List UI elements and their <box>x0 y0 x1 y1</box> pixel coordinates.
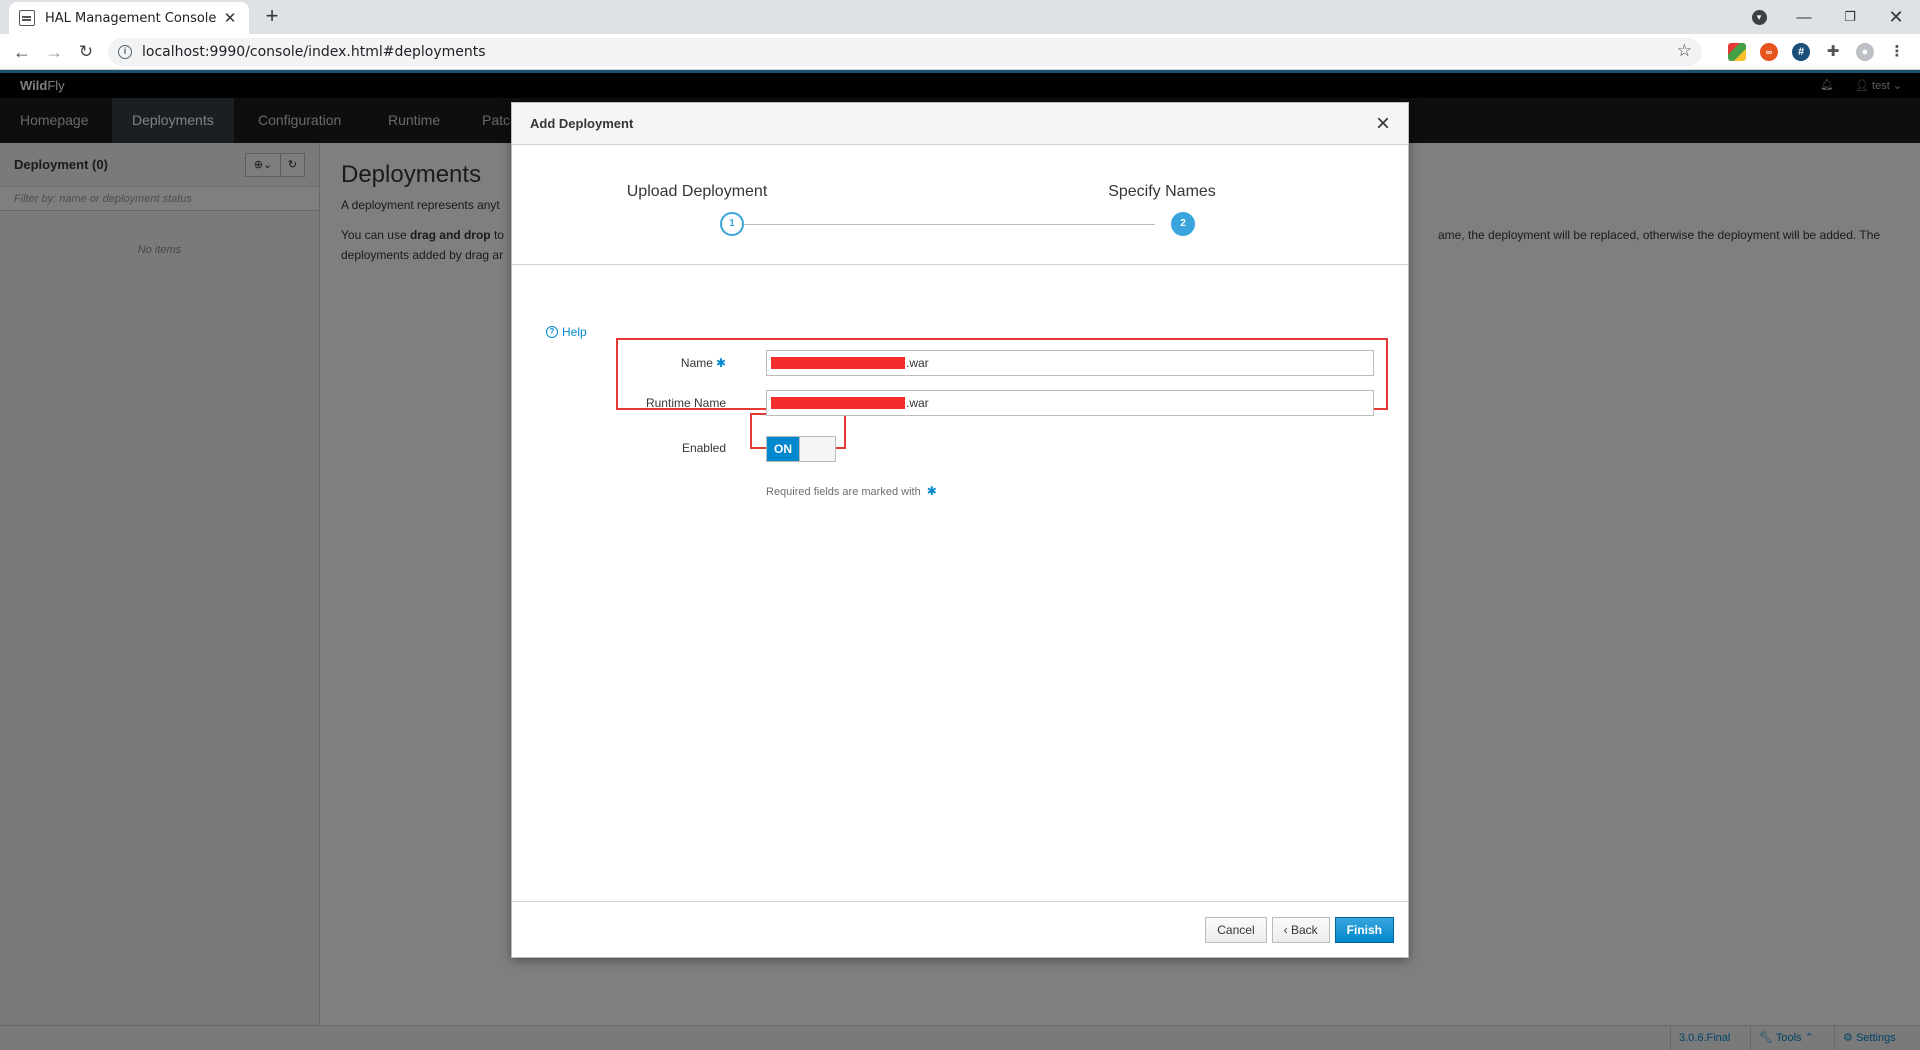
chevron-left-icon: ‹ <box>1283 922 1291 937</box>
window-close-icon[interactable]: ✕ <box>1884 4 1908 30</box>
forward-arrow-icon[interactable]: → <box>42 40 66 64</box>
step-upload-label: Upload Deployment <box>626 183 768 200</box>
add-deployment-dialog: Add Deployment × Upload Deployment Speci… <box>511 102 1409 958</box>
new-tab-icon[interactable]: + <box>260 5 284 29</box>
extension-hash-icon[interactable]: # <box>1792 43 1810 61</box>
help-label: Help <box>562 325 587 339</box>
profile-avatar-icon[interactable]: ● <box>1856 43 1874 61</box>
back-arrow-icon[interactable]: ← <box>10 40 34 64</box>
wizard-steps: Upload Deployment Specify Names 1 2 <box>512 145 1408 265</box>
toggle-on-label: ON <box>767 437 799 461</box>
name-label: Name ✱ <box>596 356 726 370</box>
enabled-toggle[interactable]: ON <box>766 436 836 462</box>
required-note-text: Required fields are marked with <box>766 486 921 498</box>
bookmark-star-icon[interactable]: ☆ <box>1677 41 1692 61</box>
restore-icon[interactable]: ❐ <box>1838 4 1862 30</box>
site-info-icon[interactable]: i <box>118 45 132 59</box>
step-connector <box>720 224 1155 225</box>
console-favicon-icon <box>19 10 35 26</box>
required-star-icon: ✱ <box>926 484 937 498</box>
extension-infinity-icon[interactable]: ∞ <box>1760 43 1778 61</box>
toggle-knob <box>799 437 835 461</box>
step-1-circle[interactable]: 1 <box>720 212 744 236</box>
required-star-icon: ✱ <box>715 356 726 370</box>
step-names-label: Specify Names <box>1108 183 1216 200</box>
dialog-title: Add Deployment <box>530 116 634 131</box>
name-input[interactable]: .war <box>766 350 1374 376</box>
extension-colorful-icon[interactable] <box>1728 43 1746 61</box>
dialog-footer: Cancel ‹ Back Finish <box>512 901 1408 957</box>
dialog-body: ? Help Name ✱ .war Runtime Name .war Enabl… <box>512 265 1408 902</box>
runtime-value-suffix: .war <box>906 396 929 410</box>
cancel-button[interactable]: Cancel <box>1205 916 1267 943</box>
address-bar[interactable]: i localhost:9990/console/index.html#depl… <box>108 38 1702 66</box>
back-label: Back <box>1290 922 1318 937</box>
help-question-icon: ? <box>546 326 558 338</box>
redacted-name-block <box>771 357 905 369</box>
tab-close-icon[interactable]: ✕ <box>221 9 239 27</box>
browser-tab[interactable]: HAL Management Console ✕ <box>9 2 249 34</box>
runtime-name-label: Runtime Name <box>645 396 726 410</box>
redacted-runtime-block <box>771 397 905 409</box>
name-value-suffix: .war <box>906 356 929 370</box>
back-button[interactable]: ‹ Back <box>1271 916 1330 943</box>
step-2-circle: 2 <box>1171 212 1195 236</box>
minimize-icon[interactable]: — <box>1792 4 1816 30</box>
finish-button[interactable]: Finish <box>1334 916 1394 943</box>
enabled-label: Enabled <box>681 441 726 455</box>
close-icon[interactable]: × <box>1376 111 1390 135</box>
browser-toolbar: ← → ↻ i localhost:9990/console/index.htm… <box>0 34 1920 70</box>
runtime-name-input[interactable]: .war <box>766 390 1374 416</box>
help-link[interactable]: ? Help <box>546 325 587 339</box>
browser-menu-icon[interactable]: ⋮ <box>1888 43 1906 61</box>
browser-tab-bar: HAL Management Console ✕ + ▾ — ❐ ✕ <box>0 0 1920 34</box>
url-text: localhost:9990/console/index.html#deploy… <box>142 44 486 60</box>
tab-title: HAL Management Console <box>45 10 217 26</box>
reload-icon[interactable]: ↻ <box>74 40 98 64</box>
tab-search-icon[interactable]: ▾ <box>1748 4 1770 30</box>
required-note: Required fields are marked with ✱ <box>766 484 937 498</box>
name-label-text: Name <box>680 356 713 370</box>
extensions-puzzle-icon[interactable]: ✚ <box>1824 43 1842 61</box>
dialog-header: Add Deployment × <box>512 103 1408 145</box>
